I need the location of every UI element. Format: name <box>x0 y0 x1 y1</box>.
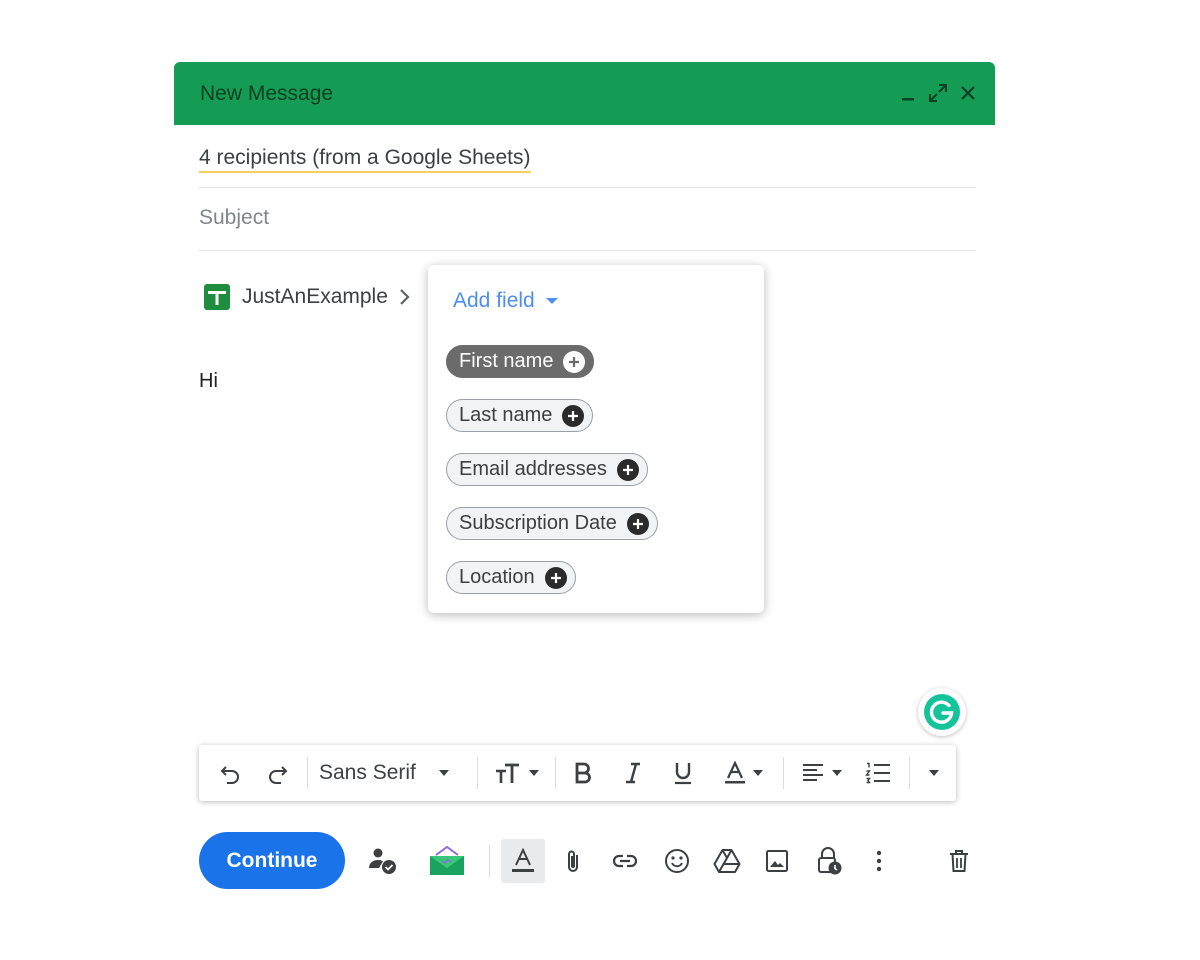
add-circle-icon <box>616 458 639 481</box>
attach-files-button[interactable] <box>553 841 593 881</box>
field-chip-label: Last name <box>459 404 553 426</box>
undo-icon <box>220 766 239 784</box>
paperclip-icon <box>568 850 578 872</box>
message-body[interactable]: Hi <box>199 370 218 393</box>
toolbar-divider <box>489 845 490 877</box>
add-circle-icon <box>626 512 649 535</box>
grammarly-button[interactable] <box>918 688 966 736</box>
sheet-name: JustAnExample <box>242 285 388 308</box>
text-format-icon <box>512 848 534 872</box>
italic-button[interactable] <box>615 755 651 791</box>
formatting-toolbar: Sans Serif <box>199 745 956 801</box>
google-sheets-icon <box>204 284 230 310</box>
add-circle-icon <box>562 404 585 427</box>
italic-icon <box>626 762 640 784</box>
bold-button[interactable] <box>565 755 601 791</box>
redo-icon <box>269 766 288 784</box>
toolbar-divider <box>477 757 478 789</box>
continue-button[interactable]: Continue <box>199 832 345 889</box>
compose-title: New Message <box>200 82 334 105</box>
undo-button[interactable] <box>213 755 247 791</box>
insert-emoji-button[interactable] <box>657 841 697 881</box>
caret-down-icon <box>529 770 539 776</box>
numbered-list-icon <box>865 762 890 784</box>
font-name: Sans Serif <box>319 761 416 784</box>
underline-button[interactable] <box>665 755 701 791</box>
emoji-icon <box>665 849 689 873</box>
text-size-icon <box>496 763 519 783</box>
more-formatting-button[interactable] <box>919 755 949 791</box>
field-chip-label: Subscription Date <box>459 512 617 534</box>
add-circle-icon <box>544 566 567 589</box>
field-chip[interactable]: Location <box>446 561 576 594</box>
caret-down-icon <box>545 298 558 304</box>
close-icon <box>961 86 975 100</box>
image-icon <box>766 850 788 872</box>
recipients-field[interactable]: 4 recipients (from a Google Sheets) <box>199 125 976 188</box>
toolbar-divider <box>909 757 910 789</box>
field-chip-label: Location <box>459 566 535 588</box>
font-size-button[interactable] <box>487 755 547 791</box>
minimize-button[interactable] <box>896 80 920 106</box>
add-circle-icon <box>563 350 586 373</box>
google-drive-icon <box>713 849 741 873</box>
bold-icon <box>575 762 591 784</box>
redo-button[interactable] <box>261 755 295 791</box>
expand-icon <box>929 84 947 102</box>
compose-actions: Continue <box>199 832 976 890</box>
add-field-dropdown[interactable]: Add field <box>453 289 559 313</box>
mail-merge-button[interactable] <box>423 841 471 881</box>
align-button[interactable] <box>795 755 849 791</box>
link-icon <box>612 854 638 868</box>
caret-down-icon <box>929 770 939 776</box>
minimize-icon <box>902 98 914 101</box>
recipients-label[interactable]: 4 recipients (from a Google Sheets) <box>199 146 531 173</box>
insert-link-button[interactable] <box>605 841 645 881</box>
caret-down-icon <box>832 770 842 776</box>
field-chip[interactable]: Email addresses <box>446 453 648 486</box>
confidential-mode-button[interactable] <box>809 841 849 881</box>
compose-header: New Message <box>174 62 995 125</box>
insert-drive-button[interactable] <box>707 841 747 881</box>
fullscreen-button[interactable] <box>926 80 950 106</box>
caret-down-icon <box>438 770 449 776</box>
toolbar-divider <box>555 757 556 789</box>
caret-down-icon <box>753 770 763 776</box>
underline-icon <box>675 763 691 785</box>
subject-row <box>199 188 976 251</box>
font-select[interactable]: Sans Serif <box>319 755 469 791</box>
insert-photo-button[interactable] <box>757 841 797 881</box>
grammarly-icon <box>924 694 960 730</box>
chevron-right-icon <box>400 289 410 305</box>
field-chip-label: First name <box>459 350 554 372</box>
more-options-button[interactable] <box>859 841 899 881</box>
field-chip[interactable]: First name <box>446 345 595 378</box>
add-field-popup: Add field First name Last name Email add… <box>428 265 764 613</box>
formatting-options-button[interactable] <box>501 839 545 883</box>
add-field-label: Add field <box>453 289 535 312</box>
person-check-icon <box>369 848 396 874</box>
discard-draft-button[interactable] <box>939 841 979 881</box>
trash-icon <box>950 850 968 872</box>
subject-input[interactable] <box>199 206 899 230</box>
field-chip-label: Email addresses <box>459 458 607 480</box>
sheet-source[interactable]: JustAnExample <box>204 281 412 313</box>
toolbar-divider <box>307 757 308 789</box>
toolbar-divider <box>783 757 784 789</box>
align-left-icon <box>803 764 823 781</box>
recipient-check-button[interactable] <box>363 841 403 881</box>
close-button[interactable] <box>956 80 980 106</box>
text-color-button[interactable] <box>717 755 771 791</box>
field-chip[interactable]: Subscription Date <box>446 507 658 540</box>
mail-merge-icon <box>430 845 464 875</box>
text-color-icon <box>725 761 745 784</box>
field-chip[interactable]: Last name <box>446 399 594 432</box>
more-vert-icon <box>876 850 882 872</box>
numbered-list-button[interactable] <box>861 755 895 791</box>
lock-clock-icon <box>818 847 842 875</box>
